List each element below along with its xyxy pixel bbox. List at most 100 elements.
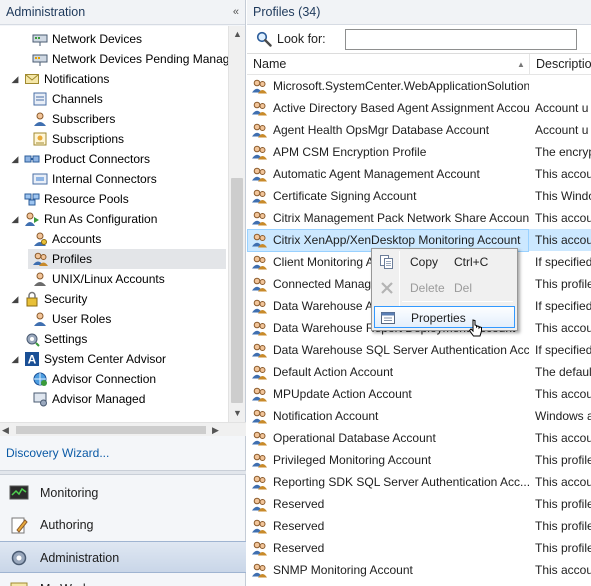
scroll-right-arrow-icon[interactable]: ▶ xyxy=(212,423,219,437)
tree-item[interactable]: Channels xyxy=(28,89,226,109)
profile-row[interactable]: SNMP Monitoring Account This accou xyxy=(247,559,591,581)
profile-row[interactable]: MPUpdate Action Account This accou xyxy=(247,383,591,405)
copy-menu-item[interactable]: Copy Ctrl+C xyxy=(374,251,515,273)
tree-item[interactable]: Settings xyxy=(0,329,226,349)
tree-item[interactable]: Subscriptions xyxy=(28,129,226,149)
tree-item[interactable]: Advisor Managed xyxy=(28,389,226,409)
tree-item[interactable]: ◢ Security xyxy=(0,289,226,309)
tree-item[interactable]: Internal Connectors xyxy=(28,169,226,189)
lock-icon xyxy=(26,291,38,307)
profile-row[interactable]: Certificate Signing Account This Windo xyxy=(247,185,591,207)
tree-item[interactable]: ◢ A System Center Advisor xyxy=(0,349,226,369)
copy-shortcut: Ctrl+C xyxy=(454,255,489,269)
discovery-wizard-link[interactable]: Discovery Wizard... xyxy=(6,446,109,460)
tree-item[interactable]: UNIX/Linux Accounts xyxy=(28,269,226,289)
user-role-icon xyxy=(34,312,46,326)
profile-row[interactable]: Notification Account Windows a xyxy=(247,405,591,427)
profile-name: Agent Health OpsMgr Database Account xyxy=(273,123,490,137)
profile-row[interactable]: Reserved This profile xyxy=(247,493,591,515)
look-for-input[interactable] xyxy=(345,29,577,50)
properties-menu-label: Properties xyxy=(411,311,466,325)
tree-item-label: UNIX/Linux Accounts xyxy=(52,272,165,286)
name-column-header[interactable]: Name xyxy=(247,54,530,75)
run-as-profile-icon xyxy=(252,145,267,160)
tree-expander-icon[interactable]: ◢ xyxy=(10,209,20,229)
profile-description: This accou xyxy=(535,233,591,247)
tree-item[interactable]: Profiles xyxy=(28,249,226,269)
profile-row[interactable]: Default Action Account The defaul xyxy=(247,361,591,383)
tree-item-label: Run As Configuration xyxy=(44,212,158,226)
description-column-header[interactable]: Description xyxy=(530,54,591,75)
tree-item[interactable]: ◢ Notifications xyxy=(0,69,226,89)
collapse-pane-button[interactable]: « xyxy=(233,0,239,25)
look-for-label: Look for: xyxy=(277,32,326,46)
tree-expander-icon[interactable]: ◢ xyxy=(10,69,20,89)
tree-expander-icon[interactable]: ◢ xyxy=(10,149,20,169)
profile-name: Data Warehouse SQL Server Authentication… xyxy=(273,343,529,357)
profile-row[interactable]: APM CSM Encryption Profile The encryp xyxy=(247,141,591,163)
profile-row[interactable]: Operational Database Account This accou xyxy=(247,427,591,449)
profile-description: Account u xyxy=(535,123,589,137)
tree-vertical-scrollbar[interactable]: ▲ ▼ xyxy=(228,26,245,422)
scrollbar-thumb[interactable] xyxy=(231,178,243,403)
svg-text:A: A xyxy=(28,353,37,367)
tree-item-label: Advisor Connection xyxy=(52,372,157,386)
profile-row[interactable]: Reserved This profile xyxy=(247,537,591,559)
wunderbar-button[interactable]: Administration xyxy=(0,541,246,573)
tree-item[interactable]: ◢ Run As Configuration xyxy=(0,209,226,229)
tree-item-label: Channels xyxy=(52,92,103,106)
profile-description: The encryp xyxy=(535,145,591,159)
profile-row[interactable]: Reporting SDK SQL Server Authentication … xyxy=(247,471,591,493)
tree-item[interactable]: Resource Pools xyxy=(0,189,226,209)
profile-description: This accou xyxy=(535,475,591,489)
connector-icon xyxy=(24,155,40,163)
profile-row[interactable]: Agent Health OpsMgr Database Account Acco… xyxy=(247,119,591,141)
tree-item[interactable]: Accounts xyxy=(28,229,226,249)
profile-description: This profile xyxy=(535,277,591,291)
tree-item[interactable]: User Roles xyxy=(28,309,226,329)
profile-row[interactable]: Data Warehouse SQL Server Authentication… xyxy=(247,339,591,361)
column-header-row: Name ▲ Description xyxy=(247,54,591,75)
profile-row[interactable]: Microsoft.SystemCenter.WebApplicationSol… xyxy=(247,75,591,97)
profile-name: Active Directory Based Agent Assignment … xyxy=(273,101,529,115)
navigation-pane: Administration « Network Devices Network … xyxy=(0,0,246,586)
tree-item[interactable]: Network Devices xyxy=(28,29,226,49)
tree-item[interactable]: Network Devices Pending Management xyxy=(28,49,228,69)
profile-name: MPUpdate Action Account xyxy=(273,387,412,401)
tree-item-label: Resource Pools xyxy=(44,192,129,206)
profile-icon xyxy=(33,252,48,266)
scroll-left-arrow-icon[interactable]: ◀ xyxy=(2,423,9,437)
tree-item-label: System Center Advisor xyxy=(44,352,167,366)
wunderbar-splitter[interactable] xyxy=(0,470,246,475)
tree-horizontal-scrollbar[interactable]: ◀ ▶ xyxy=(0,422,246,436)
tree-expander-icon[interactable]: ◢ xyxy=(10,349,20,369)
wunderbar-button[interactable]: Monitoring xyxy=(0,477,246,509)
name-column-label: Name xyxy=(253,57,287,71)
context-menu-separator xyxy=(402,301,513,302)
run-as-profile-icon xyxy=(252,541,267,556)
admin-tree: Network Devices Network Devices Pending M… xyxy=(0,26,228,422)
profile-row[interactable]: Citrix Management Pack Network Share Acc… xyxy=(247,207,591,229)
wunderbar-button[interactable]: My Workspace xyxy=(0,573,246,586)
run-as-profile-icon xyxy=(252,475,267,490)
properties-menu-item[interactable]: Properties xyxy=(374,306,515,328)
scroll-down-arrow-icon[interactable]: ▼ xyxy=(229,405,246,422)
horizontal-scrollbar-thumb[interactable] xyxy=(16,426,206,434)
navigation-pane-title: Administration xyxy=(6,5,86,19)
settings-icon xyxy=(26,333,40,347)
wunderbar-button[interactable]: Authoring xyxy=(0,509,246,541)
tree-item[interactable]: ◢ Product Connectors xyxy=(0,149,226,169)
tree-expander-icon[interactable]: ◢ xyxy=(10,289,20,309)
scroll-up-arrow-icon[interactable]: ▲ xyxy=(229,26,246,43)
delete-menu-item[interactable]: Delete Del xyxy=(374,277,515,299)
profile-row[interactable]: Active Directory Based Agent Assignment … xyxy=(247,97,591,119)
tree-item[interactable]: Advisor Connection xyxy=(28,369,226,389)
profile-row[interactable]: Automatic Agent Management Account This a… xyxy=(247,163,591,185)
run-as-profile-icon xyxy=(252,233,267,248)
profile-row[interactable]: Privileged Monitoring Account This profil… xyxy=(247,449,591,471)
profile-row[interactable]: Reserved This profile xyxy=(247,515,591,537)
tree-item[interactable]: Subscribers xyxy=(28,109,226,129)
copy-menu-label: Copy xyxy=(410,255,439,269)
wunderbar-label: Authoring xyxy=(40,518,94,532)
run-as-profile-icon xyxy=(252,519,267,534)
